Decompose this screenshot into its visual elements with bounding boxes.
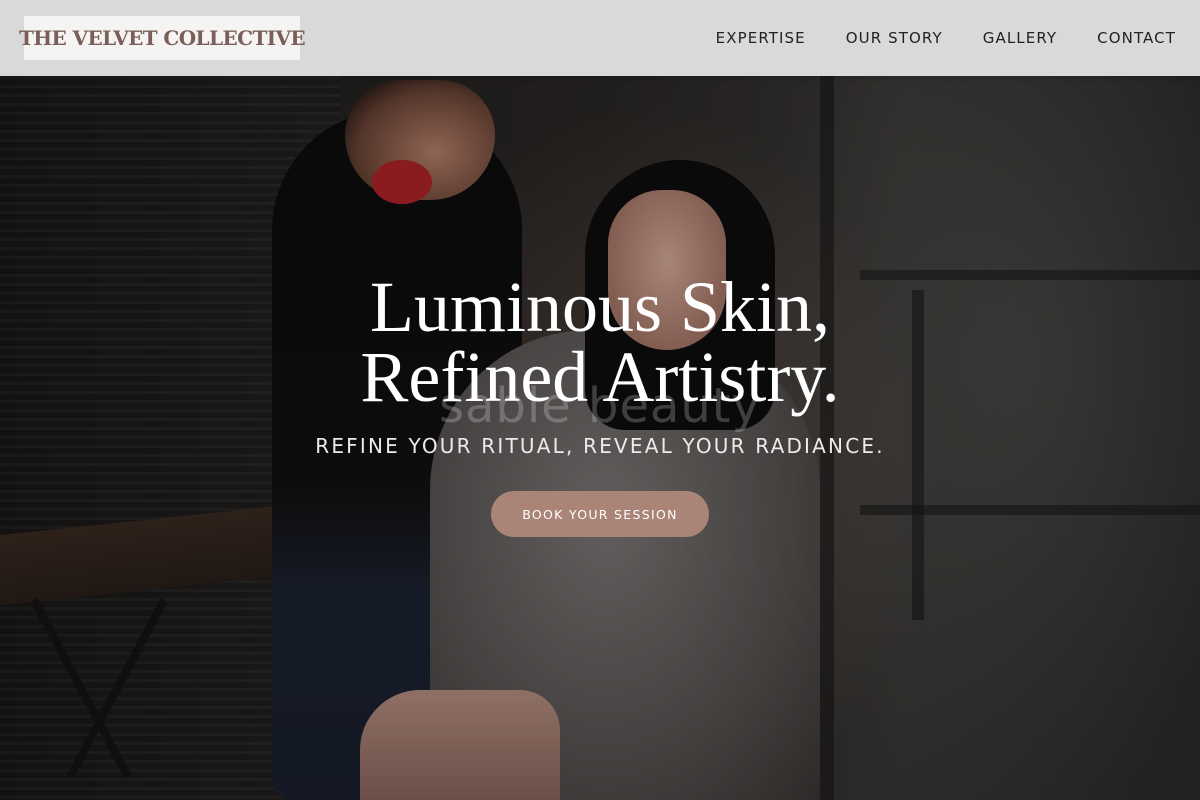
site-logo[interactable]: THE VELVET COLLECTIVE [19, 16, 306, 60]
site-header: THE VELVET COLLECTIVE EXPERTISE OUR STOR… [0, 0, 1200, 76]
nav-item-expertise[interactable]: EXPERTISE [716, 29, 806, 47]
hero-headline-line-1: Luminous Skin, [369, 267, 831, 347]
nav-item-our-story[interactable]: OUR STORY [846, 29, 943, 47]
main-nav: EXPERTISE OUR STORY GALLERY CONTACT [716, 0, 1176, 76]
hero-headline-line-2: Refined Artistry. [360, 337, 840, 417]
hero-subheadline: REFINE YOUR RITUAL, REVEAL YOUR RADIANCE… [315, 434, 885, 458]
book-session-button[interactable]: BOOK YOUR SESSION [491, 491, 709, 537]
hero-headline: Luminous Skin, Refined Artistry. [0, 271, 1200, 413]
nav-item-contact[interactable]: CONTACT [1097, 29, 1176, 47]
nav-item-gallery[interactable]: GALLERY [983, 29, 1057, 47]
